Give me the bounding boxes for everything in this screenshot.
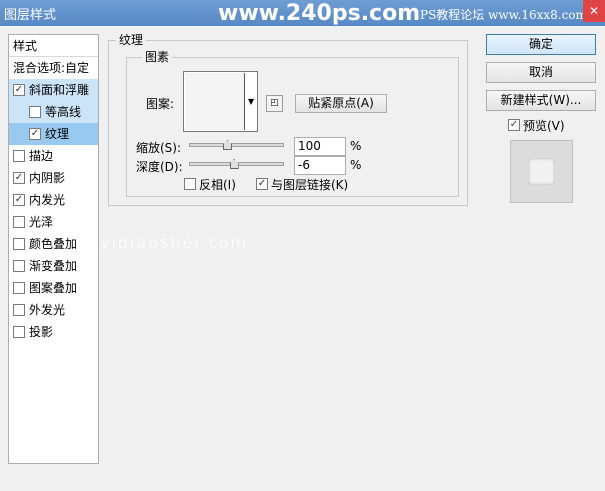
style-preview	[510, 140, 573, 203]
style-item-outer-glow[interactable]: 外发光	[9, 299, 98, 321]
inner-glow-checkbox[interactable]: ✓	[13, 194, 25, 206]
style-item-label: 描边	[29, 149, 54, 163]
snap-to-origin-button[interactable]: 贴紧原点(A)	[295, 94, 387, 113]
close-icon[interactable]: ✕	[583, 0, 605, 22]
preview-checkbox[interactable]: ✓	[508, 119, 520, 131]
inner-shadow-checkbox[interactable]: ✓	[13, 172, 25, 184]
cancel-button[interactable]: 取消	[486, 62, 596, 83]
new-style-button[interactable]: 新建样式(W)...	[486, 90, 596, 111]
depth-unit: %	[350, 158, 362, 172]
dropdown-arrow-icon[interactable]: ▼	[248, 97, 254, 106]
preview-swatch	[528, 158, 555, 185]
scale-label: 缩放(S):	[136, 141, 182, 155]
link-with-layer-label: 与图层链接(K)	[271, 178, 349, 192]
pattern-overlay-checkbox[interactable]	[13, 282, 25, 294]
pattern-swatch	[185, 73, 245, 130]
depth-label: 深度(D):	[136, 160, 183, 174]
style-item-gradient-overlay[interactable]: 渐变叠加	[9, 255, 98, 277]
outer-glow-checkbox[interactable]	[13, 304, 25, 316]
new-preset-icon[interactable]: ◰	[266, 95, 283, 112]
title-bar: 图层样式 www.240ps.com PS教程论坛 www.16xx8.com …	[0, 0, 605, 26]
texture-section-title: 纹理	[116, 31, 147, 48]
invert-label: 反相(I)	[199, 178, 236, 192]
style-item-label: 外发光	[29, 303, 66, 317]
satin-checkbox[interactable]	[13, 216, 25, 228]
style-item-drop-shadow[interactable]: 投影	[9, 321, 98, 343]
style-item-color-overlay[interactable]: 颜色叠加	[9, 233, 98, 255]
elements-group-title: 图素	[142, 48, 173, 65]
style-item-label: 内阴影	[29, 171, 66, 185]
style-item-pattern-overlay[interactable]: 图案叠加	[9, 277, 98, 299]
style-item-label: 颜色叠加	[29, 237, 78, 251]
scale-unit: %	[350, 139, 362, 153]
texture-checkbox[interactable]: ✓	[29, 128, 41, 140]
style-item-label: 内发光	[29, 193, 66, 207]
brand-watermark: www.240ps.com	[218, 1, 421, 26]
style-item-inner-glow[interactable]: ✓ 内发光	[9, 189, 98, 211]
style-item-label: 渐变叠加	[29, 259, 78, 273]
style-item-stroke[interactable]: 描边	[9, 145, 98, 167]
style-item-contour[interactable]: 等高线	[9, 101, 98, 123]
window-title: 图层样式	[4, 8, 57, 23]
preview-label: 预览(V)	[523, 119, 565, 133]
style-item-satin[interactable]: 光泽	[9, 211, 98, 233]
style-item-label: 光泽	[29, 215, 54, 229]
link-with-layer-checkbox[interactable]: ✓	[256, 178, 268, 190]
style-item-label: 等高线	[45, 105, 82, 119]
depth-input[interactable]: -6	[294, 156, 346, 175]
style-item-inner-shadow[interactable]: ✓ 内阴影	[9, 167, 98, 189]
style-item-label: 纹理	[45, 127, 70, 141]
styles-list: 样式 混合选项:自定 ✓ 斜面和浮雕 等高线 ✓ 纹理 描边 ✓ 内阴影 ✓ 内…	[8, 34, 99, 464]
contour-checkbox[interactable]	[29, 106, 41, 118]
site-watermark-overlay: yidiaoshei.com	[100, 233, 249, 252]
styles-header[interactable]: 样式	[9, 35, 98, 57]
color-overlay-checkbox[interactable]	[13, 238, 25, 250]
ok-button[interactable]: 确定	[486, 34, 596, 55]
stroke-checkbox[interactable]	[13, 150, 25, 162]
style-item-label: 投影	[29, 325, 54, 339]
style-item-bevel-emboss[interactable]: ✓ 斜面和浮雕	[9, 79, 98, 101]
style-item-texture[interactable]: ✓ 纹理	[9, 123, 98, 145]
style-item-label: 图案叠加	[29, 281, 78, 295]
blend-options-item[interactable]: 混合选项:自定	[9, 57, 98, 79]
site-watermark: PS教程论坛 www.16xx8.com	[420, 8, 587, 22]
invert-checkbox[interactable]	[184, 178, 196, 190]
drop-shadow-checkbox[interactable]	[13, 326, 25, 338]
pattern-label: 图案:	[146, 97, 175, 111]
scale-slider[interactable]	[189, 143, 284, 147]
pattern-picker[interactable]: ▼	[183, 71, 258, 132]
gradient-overlay-checkbox[interactable]	[13, 260, 25, 272]
style-item-label: 斜面和浮雕	[29, 83, 90, 97]
bevel-emboss-checkbox[interactable]: ✓	[13, 84, 25, 96]
scale-input[interactable]: 100	[294, 137, 346, 156]
